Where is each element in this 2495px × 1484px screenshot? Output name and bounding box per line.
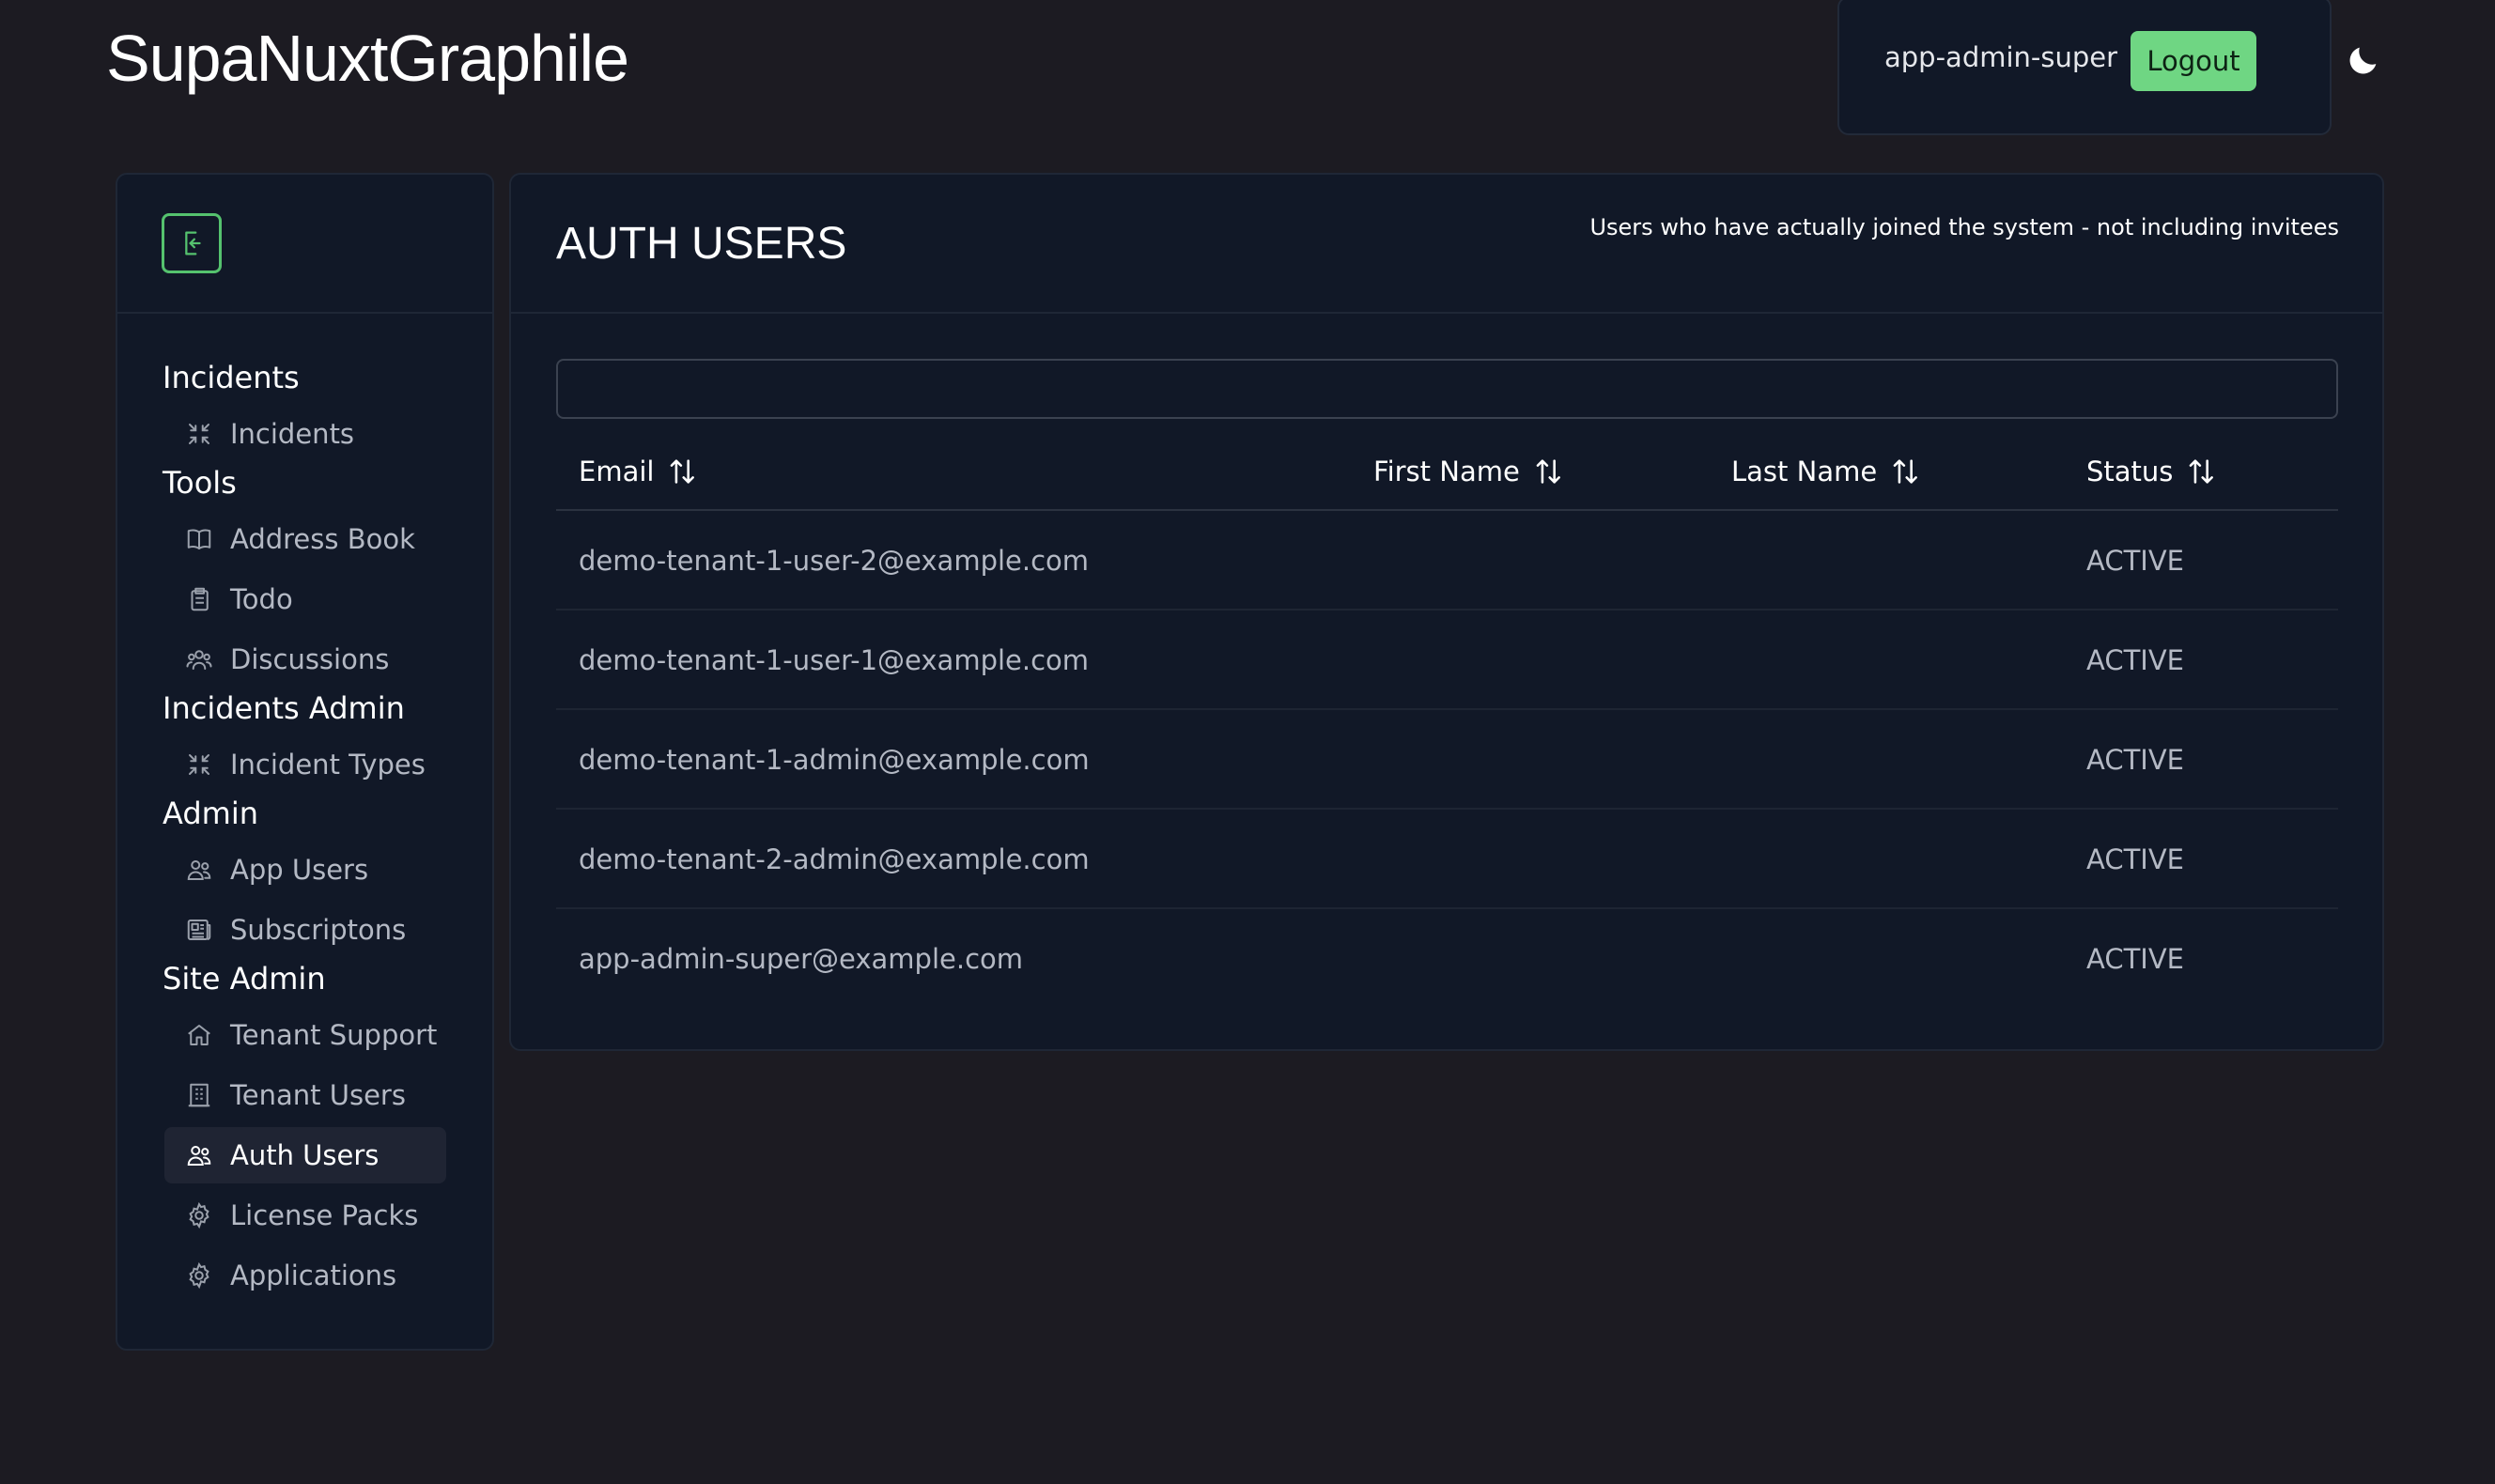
sidebar: Incidents Incidents Tools Address Book T… xyxy=(116,173,494,1351)
column-header-first-name[interactable]: First Name xyxy=(1373,443,1565,500)
sidebar-item-label: Subscriptons xyxy=(230,914,407,946)
sidebar-item-auth-users[interactable]: Auth Users xyxy=(164,1127,446,1183)
gear-icon xyxy=(185,1201,213,1229)
sidebar-item-label: App Users xyxy=(230,854,369,886)
sidebar-item-discussions[interactable]: Discussions xyxy=(164,631,446,688)
main-header: AUTH USERS Users who have actually joine… xyxy=(511,175,2382,314)
column-header-email[interactable]: Email xyxy=(579,443,699,500)
main-panel: AUTH USERS Users who have actually joine… xyxy=(509,173,2384,1051)
exit-icon[interactable] xyxy=(162,213,222,273)
page-title: AUTH USERS xyxy=(556,219,847,269)
section-title-incidents-admin: Incidents Admin xyxy=(163,690,405,726)
table-row[interactable]: demo-tenant-1-user-1@example.com ACTIVE xyxy=(556,611,2338,710)
home-icon xyxy=(185,1021,213,1049)
username: app-admin-super xyxy=(1884,41,2118,73)
cell-status: ACTIVE xyxy=(2086,943,2185,975)
users-icon xyxy=(185,1141,213,1169)
sidebar-item-license-packs[interactable]: License Packs xyxy=(164,1187,446,1244)
sidebar-item-tenant-support[interactable]: Tenant Support xyxy=(164,1007,446,1063)
building-icon xyxy=(185,1081,213,1109)
sidebar-item-app-users[interactable]: App Users xyxy=(164,842,446,898)
sidebar-item-label: Incidents xyxy=(230,418,355,450)
sidebar-item-tenant-users[interactable]: Tenant Users xyxy=(164,1067,446,1123)
column-label: Email xyxy=(579,456,655,487)
table-row[interactable]: demo-tenant-1-admin@example.com ACTIVE xyxy=(556,710,2338,810)
column-label: Status xyxy=(2086,456,2174,487)
column-header-status[interactable]: Status xyxy=(2086,443,2218,500)
page-description: Users who have actually joined the syste… xyxy=(1589,214,2339,240)
table-row[interactable]: demo-tenant-1-user-2@example.com ACTIVE xyxy=(556,511,2338,611)
app-title: SupaNuxtGraphile xyxy=(106,22,629,95)
section-title-tools: Tools xyxy=(163,465,237,501)
sidebar-header xyxy=(117,175,492,314)
gear-icon xyxy=(185,1261,213,1290)
sidebar-item-label: Address Book xyxy=(230,523,415,555)
sort-icon xyxy=(1536,459,1560,484)
cell-status: ACTIVE xyxy=(2086,744,2185,776)
cell-email: demo-tenant-1-admin@example.com xyxy=(579,744,1090,776)
cell-status: ACTIVE xyxy=(2086,843,2185,875)
arrows-collapse-icon xyxy=(185,750,213,779)
section-title-admin: Admin xyxy=(163,796,258,831)
arrows-collapse-icon xyxy=(185,420,213,448)
sidebar-item-label: Auth Users xyxy=(230,1139,380,1171)
cell-email: app-admin-super@example.com xyxy=(579,943,1024,975)
sort-icon xyxy=(671,459,695,484)
logout-button[interactable]: Logout xyxy=(2131,31,2256,91)
user-menu: app-admin-super Logout xyxy=(1837,0,2332,135)
sort-icon xyxy=(2190,459,2214,484)
newspaper-icon xyxy=(185,916,213,944)
sidebar-item-label: Tenant Users xyxy=(230,1079,406,1111)
sidebar-item-label: License Packs xyxy=(230,1199,419,1231)
column-label: Last Name xyxy=(1731,456,1878,487)
sidebar-item-label: Tenant Support xyxy=(230,1019,438,1051)
sidebar-item-label: Todo xyxy=(230,583,293,615)
sidebar-item-subscriptions[interactable]: Subscriptons xyxy=(164,902,446,958)
cell-status: ACTIVE xyxy=(2086,644,2185,676)
sidebar-item-label: Incident Types xyxy=(230,749,426,781)
sidebar-item-incident-types[interactable]: Incident Types xyxy=(164,736,446,793)
section-title-site-admin: Site Admin xyxy=(163,961,326,997)
sidebar-item-applications[interactable]: Applications xyxy=(164,1247,446,1304)
section-title-incidents: Incidents xyxy=(163,360,300,395)
sidebar-item-address-book[interactable]: Address Book xyxy=(164,511,446,567)
users-group-icon xyxy=(185,645,213,673)
sidebar-item-label: Applications xyxy=(230,1260,397,1291)
column-header-last-name[interactable]: Last Name xyxy=(1731,443,1922,500)
sidebar-item-incidents[interactable]: Incidents xyxy=(164,406,446,462)
moon-icon[interactable] xyxy=(2345,41,2382,79)
cell-email: demo-tenant-1-user-2@example.com xyxy=(579,545,1090,577)
clipboard-icon xyxy=(185,585,213,613)
table-row[interactable]: demo-tenant-2-admin@example.com ACTIVE xyxy=(556,810,2338,909)
cell-status: ACTIVE xyxy=(2086,545,2185,577)
column-label: First Name xyxy=(1373,456,1520,487)
table-row[interactable]: app-admin-super@example.com ACTIVE xyxy=(556,909,2338,1009)
cell-email: demo-tenant-2-admin@example.com xyxy=(579,843,1090,875)
users-icon xyxy=(185,856,213,884)
sort-icon xyxy=(1893,459,1918,484)
cell-email: demo-tenant-1-user-1@example.com xyxy=(579,644,1090,676)
sidebar-item-todo[interactable]: Todo xyxy=(164,571,446,627)
search-input[interactable] xyxy=(556,359,2338,419)
sidebar-item-label: Discussions xyxy=(230,643,390,675)
book-icon xyxy=(185,525,213,553)
